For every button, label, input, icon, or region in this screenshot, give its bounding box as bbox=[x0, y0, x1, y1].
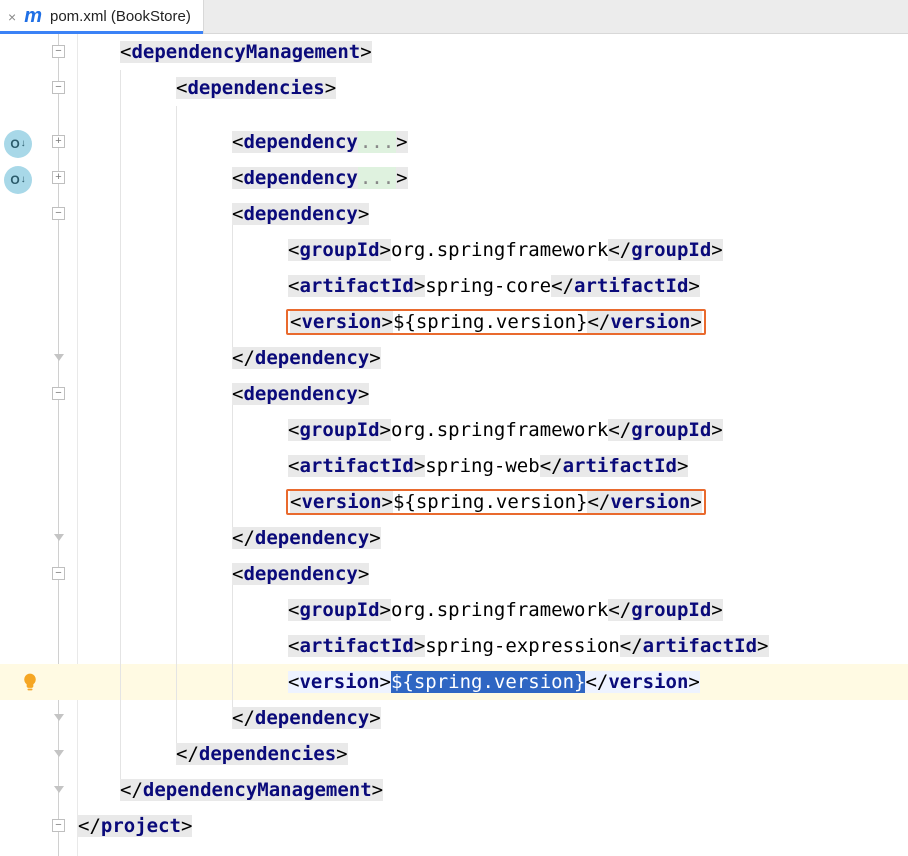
code-line[interactable]: </dependency> bbox=[78, 340, 908, 376]
code-line[interactable]: <version>${spring.version}</version> bbox=[78, 304, 908, 340]
intention-bulb-icon[interactable] bbox=[20, 672, 40, 692]
code-line[interactable]: <dependency> bbox=[78, 196, 908, 232]
code-line[interactable]: </project> bbox=[78, 808, 908, 844]
code-line[interactable]: <artifactId>spring-core</artifactId> bbox=[78, 268, 908, 304]
code-line[interactable]: <dependencyManagement> bbox=[78, 34, 908, 70]
override-badge-icon[interactable]: O↓ bbox=[4, 130, 32, 158]
code-line[interactable]: <groupId>org.springframework</groupId> bbox=[78, 232, 908, 268]
code-line[interactable]: </dependencyManagement> bbox=[78, 772, 908, 808]
code-line[interactable]: <version>${spring.version}</version> bbox=[78, 664, 908, 700]
fold-end-icon[interactable] bbox=[54, 750, 64, 757]
code-line[interactable]: <artifactId>spring-web</artifactId> bbox=[78, 448, 908, 484]
tab-title: pom.xml (BookStore) bbox=[50, 8, 191, 25]
maven-file-icon: m bbox=[24, 5, 42, 28]
code-line[interactable]: </dependency> bbox=[78, 520, 908, 556]
code-line[interactable]: </dependency> bbox=[78, 700, 908, 736]
code-line[interactable]: </dependencies> bbox=[78, 736, 908, 772]
code-line[interactable]: <dependency...> bbox=[78, 124, 908, 160]
editor-tabbar: × m pom.xml (BookStore) bbox=[0, 0, 908, 34]
code-editor[interactable]: O↓ O↓ <dependencyManagemen bbox=[0, 34, 908, 856]
fold-toggle[interactable] bbox=[52, 819, 65, 832]
code-area[interactable]: <dependencyManagement> <dependencies> <d… bbox=[78, 34, 908, 856]
fold-end-icon[interactable] bbox=[54, 786, 64, 793]
fold-toggle[interactable] bbox=[52, 81, 65, 94]
fold-end-icon[interactable] bbox=[54, 534, 64, 541]
fold-end-icon[interactable] bbox=[54, 714, 64, 721]
highlighted-version-box: <version>${spring.version}</version> bbox=[286, 489, 706, 515]
fold-toggle[interactable] bbox=[52, 171, 65, 184]
fold-toggle[interactable] bbox=[52, 45, 65, 58]
fold-toggle[interactable] bbox=[52, 135, 65, 148]
code-line[interactable]: <version>${spring.version}</version> bbox=[78, 484, 908, 520]
editor-selection: ${spring.version} bbox=[391, 671, 585, 693]
override-badge-icon[interactable]: O↓ bbox=[4, 166, 32, 194]
code-line[interactable]: <artifactId>spring-expression</artifactI… bbox=[78, 628, 908, 664]
fold-toggle[interactable] bbox=[52, 387, 65, 400]
highlighted-version-box: <version>${spring.version}</version> bbox=[286, 309, 706, 335]
close-icon[interactable]: × bbox=[8, 10, 16, 24]
code-line[interactable]: <groupId>org.springframework</groupId> bbox=[78, 412, 908, 448]
code-line[interactable]: <dependency...> bbox=[78, 160, 908, 196]
fold-toggle[interactable] bbox=[52, 567, 65, 580]
fold-end-icon[interactable] bbox=[54, 354, 64, 361]
editor-gutter: O↓ O↓ bbox=[0, 34, 40, 856]
editor-tab-pom[interactable]: × m pom.xml (BookStore) bbox=[0, 0, 204, 33]
code-line[interactable]: <groupId>org.springframework</groupId> bbox=[78, 592, 908, 628]
code-line[interactable]: <dependencies> bbox=[78, 70, 908, 106]
code-line[interactable]: <dependency> bbox=[78, 376, 908, 412]
code-line[interactable]: <dependency> bbox=[78, 556, 908, 592]
fold-toggle[interactable] bbox=[52, 207, 65, 220]
fold-gutter bbox=[40, 34, 78, 856]
